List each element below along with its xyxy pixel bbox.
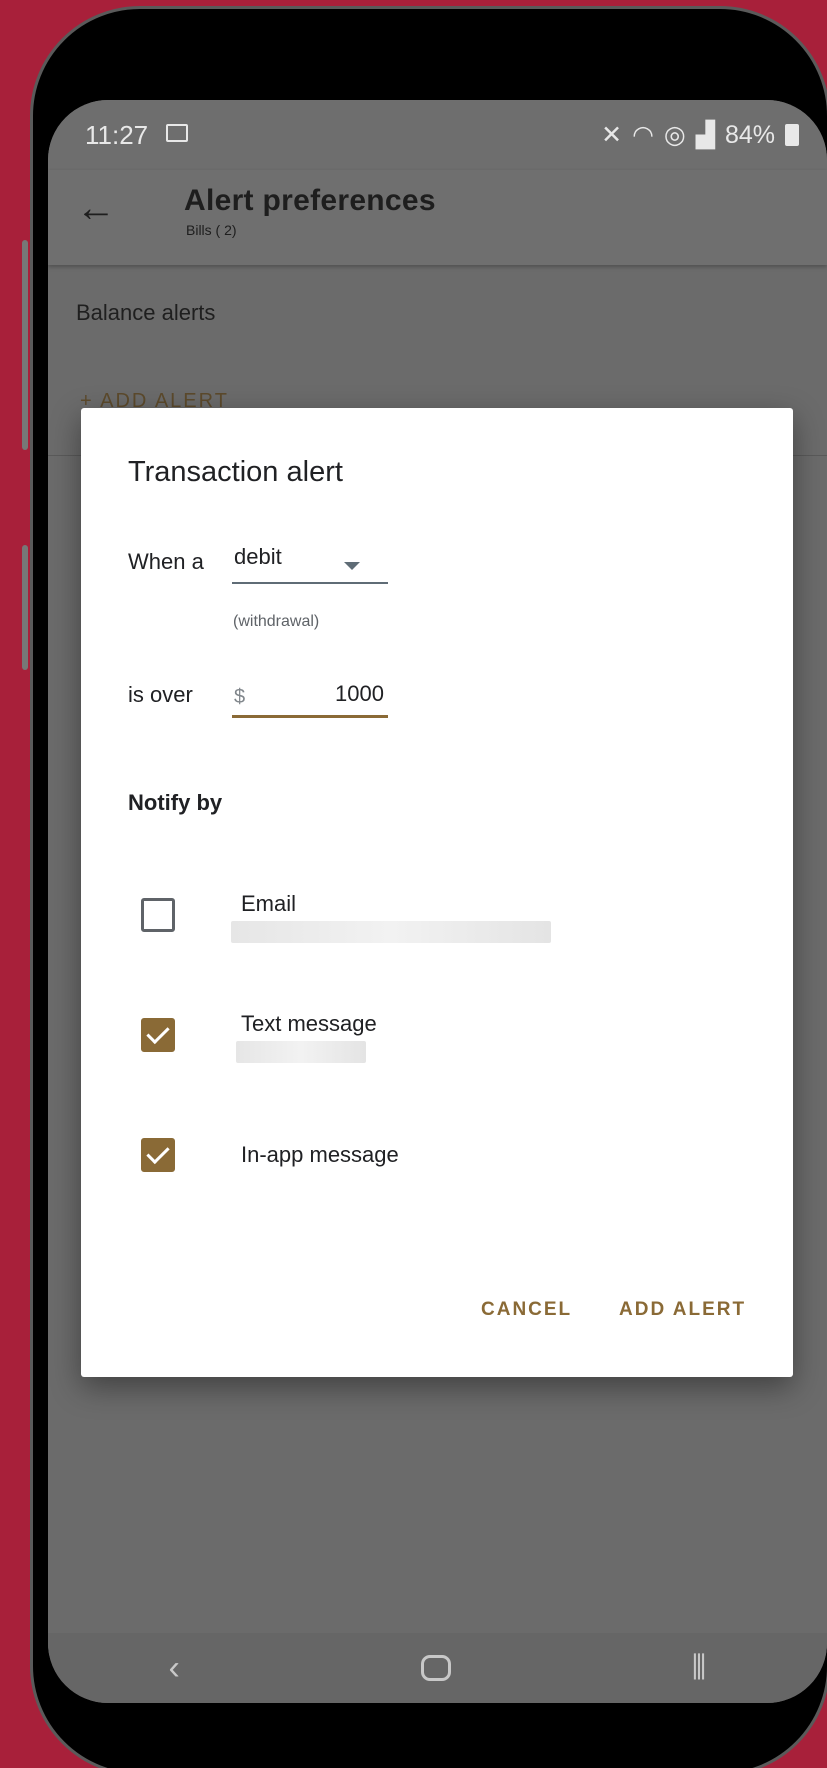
nav-back-icon[interactable]: ‹	[168, 1649, 179, 1688]
transaction-alert-dialog: Transaction alert When a debit (withdraw…	[81, 408, 793, 1377]
navigation-bar: ‹ ⦀	[48, 1633, 827, 1703]
dropdown-caret-icon	[344, 562, 360, 570]
is-over-label: is over	[128, 682, 193, 707]
balance-alerts-heading: Balance alerts	[76, 300, 216, 325]
when-label: When a	[128, 549, 204, 574]
add-alert-button[interactable]: ADD ALERT	[619, 1299, 746, 1321]
battery-level: 84%	[724, 120, 775, 149]
notify-by-heading: Notify by	[128, 790, 223, 815]
nav-recents-icon[interactable]: ⦀	[692, 1649, 707, 1688]
status-time: 11:27	[85, 120, 149, 150]
amount-input[interactable]	[258, 678, 384, 710]
battery-icon	[785, 124, 799, 146]
status-icons: ✕ ◠ ◎ ▟ 84%	[601, 120, 799, 150]
text-message-checkbox[interactable]	[141, 1018, 175, 1052]
wifi-icon: ◠	[632, 121, 654, 149]
dialog-title: Transaction alert	[128, 456, 343, 488]
image-notification-icon	[166, 124, 188, 142]
transaction-type-value: debit	[234, 544, 282, 569]
redacted-email	[231, 921, 551, 943]
nav-home-icon[interactable]	[420, 1655, 451, 1681]
text-message-label: Text message	[241, 1011, 377, 1036]
mute-icon: ✕	[601, 121, 623, 149]
amount-field[interactable]: $	[232, 672, 388, 718]
transaction-type-select[interactable]: debit	[232, 540, 388, 584]
in-app-message-label: In-app message	[241, 1142, 399, 1167]
volume-button	[22, 240, 28, 450]
transaction-type-helper: (withdrawal)	[233, 613, 320, 630]
cancel-button[interactable]: CANCEL	[481, 1299, 572, 1321]
volte-icon: ◎	[663, 121, 686, 149]
email-checkbox[interactable]	[141, 898, 175, 932]
back-arrow-icon[interactable]: ←	[76, 188, 116, 228]
in-app-message-checkbox[interactable]	[141, 1138, 175, 1172]
status-bar: 11:27 ✕ ◠ ◎ ▟ 84%	[48, 100, 827, 170]
currency-prefix: $	[234, 686, 246, 708]
app-bar: ← Alert preferences Bills ( 2)	[48, 170, 827, 265]
signal-icon: ▟	[695, 121, 715, 149]
page-subtitle: Bills ( 2)	[186, 222, 237, 238]
redacted-phone	[236, 1041, 366, 1063]
page-title: Alert preferences	[184, 184, 436, 217]
email-label: Email	[241, 891, 297, 916]
bixby-button	[22, 545, 28, 670]
